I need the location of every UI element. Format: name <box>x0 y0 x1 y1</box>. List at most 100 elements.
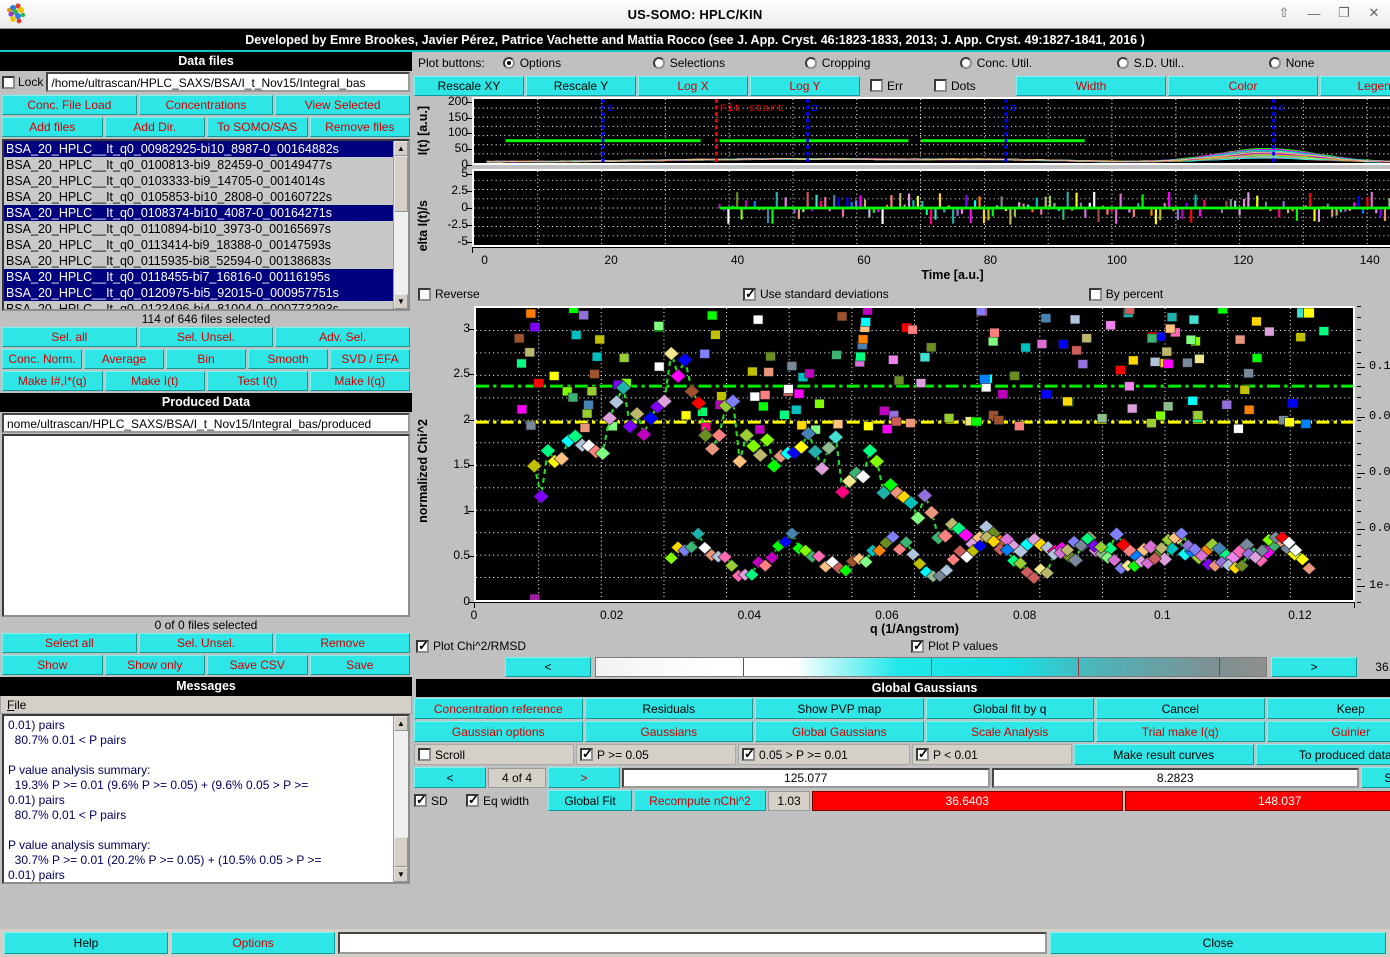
messages-scroll-down-icon[interactable]: ▼ <box>394 867 408 882</box>
scroll-up-icon[interactable]: ▲ <box>394 141 408 156</box>
adv-sel-button[interactable]: Adv. Sel. <box>275 327 410 347</box>
legend-button[interactable]: Legend <box>1320 76 1390 96</box>
close-icon[interactable]: ✕ <box>1364 3 1384 23</box>
list-item[interactable]: BSA_20_HPLC__It_q0_0105853-bi10_2808-0_0… <box>4 189 393 205</box>
plot-chi2-rmsd-group[interactable]: Plot Chi^2/RMSD <box>416 639 526 653</box>
by-percent-checkbox-group[interactable]: By percent <box>1089 287 1163 301</box>
sel-unsel-button[interactable]: Sel. Unsel. <box>139 327 274 347</box>
list-item[interactable]: BSA_20_HPLC__It_q0_0110894-bi10_3973-0_0… <box>4 221 393 237</box>
save-csv-button[interactable]: Save CSV <box>207 655 308 675</box>
slider-prev-button[interactable]: < <box>505 657 591 677</box>
color-button[interactable]: Color <box>1168 76 1318 96</box>
make-result-curves-button[interactable]: Make result curves <box>1074 744 1254 765</box>
radio-icon[interactable] <box>1117 57 1129 69</box>
show-only-button[interactable]: Show only <box>105 655 206 675</box>
list-item[interactable]: BSA_20_HPLC__It_q0_0100813-bi9_82459-0_0… <box>4 157 393 173</box>
list-item[interactable]: BSA_20_HPLC__It_q0_0120975-bi5_92015-0_0… <box>4 285 393 301</box>
scroll-down-icon[interactable]: ▼ <box>394 294 408 309</box>
log-y-button[interactable]: Log Y <box>750 76 860 96</box>
scroll-checkbox[interactable] <box>418 748 431 761</box>
messages-scroll-track-top[interactable] <box>394 731 408 837</box>
dots-checkbox[interactable] <box>934 79 947 92</box>
scale-analysis-button[interactable]: Scale Analysis <box>926 721 1095 742</box>
list-item[interactable]: BSA_20_HPLC__It_q0_0123496-bi4_81004-0_0… <box>4 301 393 311</box>
guinier-button[interactable]: Guinier <box>1267 721 1390 742</box>
list-item[interactable]: BSA_20_HPLC__It_q0_0103333-bi9_14705-0_0… <box>4 173 393 189</box>
reverse-checkbox[interactable] <box>418 288 431 301</box>
list-item[interactable]: BSA_20_HPLC__It_q0_0118455-bi7_16816-0_0… <box>4 269 393 285</box>
make-iq-button[interactable]: Make I(q) <box>310 371 411 391</box>
help-button[interactable]: Help <box>4 932 168 954</box>
gaussian-options-button[interactable]: Gaussian options <box>414 721 583 742</box>
plot-p-values-checkbox[interactable] <box>911 640 924 653</box>
add-dir-button[interactable]: Add Dir. <box>105 117 206 137</box>
rescale-y-button[interactable]: Rescale Y <box>526 76 636 96</box>
sd-checkbox-group[interactable]: SD <box>414 790 464 811</box>
cancel-button[interactable]: Cancel <box>1096 698 1265 719</box>
smooth-button[interactable]: Smooth <box>248 349 328 369</box>
global-fit-button[interactable]: Global Fit <box>548 790 632 811</box>
by-percent-checkbox[interactable] <box>1089 288 1102 301</box>
average-button[interactable]: Average <box>84 349 164 369</box>
list-item[interactable]: BSA_20_HPLC__It_q0_0115935-bi8_52594-0_0… <box>4 253 393 269</box>
radio-icon[interactable] <box>805 57 817 69</box>
list-item[interactable]: BSA_20_HPLC__It_q0_0113414-bi9_18388-0_0… <box>4 237 393 253</box>
plot-buttons-radio-options[interactable]: Options <box>503 56 653 70</box>
plot-chi2-rmsd-checkbox[interactable] <box>416 640 429 653</box>
conc-file-load-button[interactable]: Conc. File Load <box>2 95 137 115</box>
width-button[interactable]: Width <box>1016 76 1166 96</box>
radio-icon[interactable] <box>653 57 665 69</box>
select-all-button[interactable]: Sel. all <box>2 327 137 347</box>
eq-width-checkbox-group[interactable]: Eq width <box>466 790 546 811</box>
make-it-button[interactable]: Make I(t) <box>105 371 206 391</box>
list-item[interactable]: BSA_20_HPLC__It_q0_00982925-bi10_8987-0_… <box>4 141 393 157</box>
err-checkbox-group[interactable]: Err <box>870 79 932 93</box>
messages-box[interactable]: 0.01) pairs 80.7% 0.01 < P pairs P value… <box>2 714 410 884</box>
test-it-button[interactable]: Test I(t) <box>207 371 308 391</box>
residuals-button[interactable]: Residuals <box>585 698 754 719</box>
to-produced-data-button[interactable]: To produced data <box>1256 744 1390 765</box>
rescale-xy-button[interactable]: Rescale XY <box>414 76 524 96</box>
residual-plot[interactable] <box>472 169 1390 247</box>
data-file-list[interactable]: BSA_20_HPLC__It_q0_00982925-bi10_8987-0_… <box>2 139 410 311</box>
messages-scroll-up-icon[interactable]: ▲ <box>394 716 408 731</box>
bin-button[interactable]: Bin <box>166 349 246 369</box>
plot-buttons-radio-selections[interactable]: Selections <box>653 56 805 70</box>
lock-checkbox[interactable] <box>2 76 15 89</box>
log-x-button[interactable]: Log X <box>638 76 748 96</box>
make-i-star-q-button[interactable]: Make I#,I*(q) <box>2 371 103 391</box>
use-standard-deviations-checkbox[interactable] <box>743 288 756 301</box>
slider-next-button[interactable]: > <box>1271 657 1357 677</box>
produced-data-list[interactable] <box>2 434 410 617</box>
file-list-scrollbar[interactable]: ▲ ▼ <box>393 141 408 309</box>
messages-scroll-thumb[interactable] <box>394 837 408 867</box>
svd-efa-button[interactable]: SVD / EFA <box>330 349 410 369</box>
reverse-checkbox-group[interactable]: Reverse <box>418 287 568 301</box>
gaussian-next-button[interactable]: > <box>548 767 620 788</box>
color-slider[interactable] <box>595 657 1267 677</box>
gaussian-width-field[interactable]: 8.2823 <box>992 768 1360 788</box>
file-menu[interactable]: FFileile <box>7 698 26 712</box>
minimize-icon[interactable]: — <box>1304 3 1324 23</box>
remove-files-button[interactable]: Remove files <box>310 117 411 137</box>
restore-up-icon[interactable]: ⇧ <box>1274 3 1294 23</box>
keep-button[interactable]: Keep <box>1267 698 1390 719</box>
messages-scrollbar[interactable]: ▲ ▼ <box>393 716 408 882</box>
produced-save-button[interactable]: Save <box>310 655 411 675</box>
maximize-icon[interactable]: ❐ <box>1334 3 1354 23</box>
produced-remove-button[interactable]: Remove <box>275 633 410 653</box>
data-path-field[interactable]: /home/ultrascan/HPLC_SAXS/BSA/I_t_Nov15/… <box>46 72 410 92</box>
gaussian-center-field[interactable]: 125.077 <box>622 768 990 788</box>
radio-icon[interactable] <box>1269 57 1281 69</box>
err-checkbox[interactable] <box>870 79 883 92</box>
recompute-nchi2-button[interactable]: Recompute nChi^2 <box>634 790 766 811</box>
produced-sel-unsel-button[interactable]: Sel. Unsel. <box>139 633 274 653</box>
plot-p-values-group[interactable]: Plot P values <box>911 639 998 653</box>
conc-norm-button[interactable]: Conc. Norm. <box>2 349 82 369</box>
use-sd-checkbox-group[interactable]: Use standard deviations <box>743 287 889 301</box>
view-selected-button[interactable]: View Selected <box>275 95 410 115</box>
concentrations-button[interactable]: Concentrations <box>139 95 274 115</box>
gaussian-prev-button[interactable]: < <box>414 767 486 788</box>
eq-width-checkbox[interactable] <box>466 794 479 807</box>
p-lt-001-checkbox[interactable] <box>916 748 929 761</box>
